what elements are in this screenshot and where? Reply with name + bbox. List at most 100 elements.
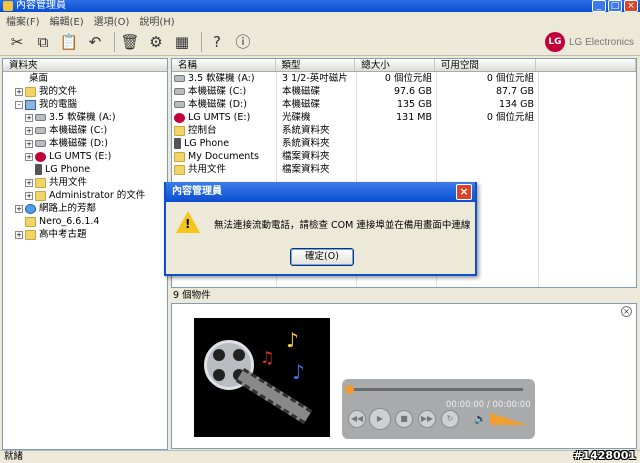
warning-mark: !	[185, 217, 191, 231]
expander-icon[interactable]: +	[25, 126, 33, 135]
repeat-icon[interactable]: ↻	[441, 410, 459, 428]
copy-icon[interactable]: ⧉	[32, 31, 54, 53]
tree-item[interactable]: Nero_6.6.1.4	[3, 215, 167, 228]
menu-edit[interactable]: 編輯(E)	[50, 13, 84, 28]
help-icon[interactable]: ?	[206, 31, 228, 53]
tree-item-label: LG Phone	[45, 164, 91, 175]
tree-item[interactable]: + 高中考古題	[3, 228, 167, 241]
file-total	[356, 124, 436, 137]
preview-pane: × ♪ ♫ ♪ 00:00:00 / 00:00:00 ◀◀ ▶ ■ ▶▶ ↻ …	[171, 303, 637, 449]
file-free	[436, 150, 538, 163]
tree-item-label: 桌面	[29, 73, 49, 84]
tree-item[interactable]: - 我的電腦	[3, 98, 167, 111]
expander-icon[interactable]: +	[25, 152, 33, 161]
seek-knob[interactable]	[345, 385, 354, 394]
file-row[interactable]: 本機磁碟 (D:) 本機磁碟 135 GB 134 GB	[172, 98, 636, 111]
file-total: 135 GB	[396, 99, 432, 110]
drive-icon	[174, 101, 185, 108]
expander-icon[interactable]: -	[15, 100, 23, 109]
tree-item-label: Administrator 的文件	[49, 190, 146, 201]
file-row[interactable]: 控制台 系統資料夾	[172, 124, 636, 137]
stop-icon[interactable]: ■	[395, 410, 413, 428]
drive-icon	[35, 114, 46, 121]
expander-icon[interactable]: +	[15, 204, 23, 213]
file-type: 本機磁碟	[282, 99, 321, 110]
expander-icon[interactable]: +	[25, 113, 33, 122]
tree-item[interactable]: + 本機磁碟 (D:)	[3, 137, 167, 150]
next-icon[interactable]: ▶▶	[418, 410, 436, 428]
folder-icon	[35, 177, 46, 188]
menu-help[interactable]: 說明(H)	[139, 13, 174, 28]
file-row[interactable]: LG Phone 系統資料夾	[172, 137, 636, 150]
file-type: 檔案資料夾	[282, 151, 330, 162]
tree-item[interactable]: + LG UMTS (E:)	[3, 150, 167, 163]
undo-icon[interactable]: ↶	[84, 31, 106, 53]
drive-icon	[174, 75, 185, 82]
ok-button[interactable]: 確定(O)	[290, 248, 354, 266]
computer-icon	[25, 99, 36, 110]
menu-file[interactable]: 檔案(F)	[6, 13, 40, 28]
file-name: 共用文件	[188, 164, 227, 175]
delete-icon[interactable]: 🗑	[119, 31, 141, 53]
tree-item-label: 本機磁碟 (D:)	[49, 138, 108, 149]
previous-icon[interactable]: ◀◀	[348, 410, 366, 428]
volume-slider[interactable]	[490, 413, 528, 425]
folder-pane[interactable]: 資料夾 桌面 + 我的文件 - 我的電腦 +3.5 軟碟機 (A:) + 本機磁碟 (C:) +…	[2, 58, 168, 450]
maximize-button[interactable]: □	[608, 0, 622, 12]
file-total	[356, 137, 436, 150]
scissors-icon[interactable]: ✂	[6, 31, 28, 53]
file-name: LG UMTS (E:)	[188, 112, 251, 123]
tree-item[interactable]: 桌面	[3, 72, 167, 85]
status-bar: 就緒	[0, 450, 640, 463]
column-type[interactable]: 類型	[276, 59, 356, 71]
drive-icon	[35, 140, 46, 147]
view-icon[interactable]: ▦	[171, 31, 193, 53]
info-icon[interactable]: ⓘ	[232, 31, 254, 53]
dialog-close-button[interactable]: ×	[456, 184, 472, 200]
file-row[interactable]: 共用文件 檔案資料夾	[172, 163, 636, 176]
seek-bar[interactable]	[345, 385, 523, 394]
globe-icon	[25, 203, 36, 214]
file-name-cell: 控制台	[172, 124, 276, 137]
menu-options[interactable]: 選項(O)	[94, 13, 130, 28]
file-row[interactable]: My Documents 檔案資料夾	[172, 150, 636, 163]
tree-item[interactable]: + 我的文件	[3, 85, 167, 98]
expander-icon[interactable]: +	[15, 230, 23, 239]
column-total[interactable]: 總大小	[355, 59, 435, 71]
column-free[interactable]: 可用空間	[435, 59, 537, 71]
tree-item[interactable]: + 網路上的芳鄰	[3, 202, 167, 215]
tree-item-label: 我的文件	[39, 86, 78, 97]
lg-icon	[174, 112, 185, 123]
toolbar-separator	[114, 31, 115, 52]
properties-icon[interactable]: ⚙	[145, 31, 167, 53]
tree-item-label: 我的電腦	[39, 99, 78, 110]
play-icon[interactable]: ▶	[369, 408, 391, 430]
file-free: 87.7 GB	[495, 86, 534, 97]
file-row[interactable]: LG UMTS (E:) 光碟機 131 MB 0 個位元組	[172, 111, 636, 124]
paste-icon[interactable]: 📋	[58, 31, 80, 53]
player-time: 00:00:00 / 00:00:00	[446, 400, 531, 410]
phone-icon	[174, 138, 181, 149]
file-name: 控制台	[188, 125, 217, 136]
file-name: 本機磁碟 (C:)	[188, 86, 247, 97]
file-row[interactable]: 3.5 軟碟機 (A:) 3 1/2-英吋磁片 0 個位元組 0 個位元組	[172, 72, 636, 85]
tree-item[interactable]: +3.5 軟碟機 (A:)	[3, 111, 167, 124]
expander-icon[interactable]: +	[25, 191, 33, 200]
lg-icon	[35, 151, 46, 162]
expander-icon[interactable]: +	[25, 178, 33, 187]
tree-item[interactable]: + 共用文件	[3, 176, 167, 189]
expander-icon[interactable]: +	[15, 87, 23, 96]
folder-tree: 桌面 + 我的文件 - 我的電腦 +3.5 軟碟機 (A:) + 本機磁碟 (C:) + 本機磁碟…	[3, 72, 167, 241]
file-free	[436, 124, 538, 137]
preview-close-icon[interactable]: ×	[621, 306, 632, 317]
tree-item-label: 網路上的芳鄰	[39, 203, 97, 214]
tree-item[interactable]: LG Phone	[3, 163, 167, 176]
minimize-button[interactable]: _	[592, 0, 606, 12]
dialog-title-bar: 內容管理員 ×	[166, 182, 475, 202]
tree-item[interactable]: + Administrator 的文件	[3, 189, 167, 202]
file-row[interactable]: 本機磁碟 (C:) 本機磁碟 97.6 GB 87.7 GB	[172, 85, 636, 98]
tree-item[interactable]: + 本機磁碟 (C:)	[3, 124, 167, 137]
column-name[interactable]: 名稱	[172, 59, 276, 71]
expander-icon[interactable]: +	[25, 139, 33, 148]
close-button[interactable]: ×	[624, 0, 638, 12]
